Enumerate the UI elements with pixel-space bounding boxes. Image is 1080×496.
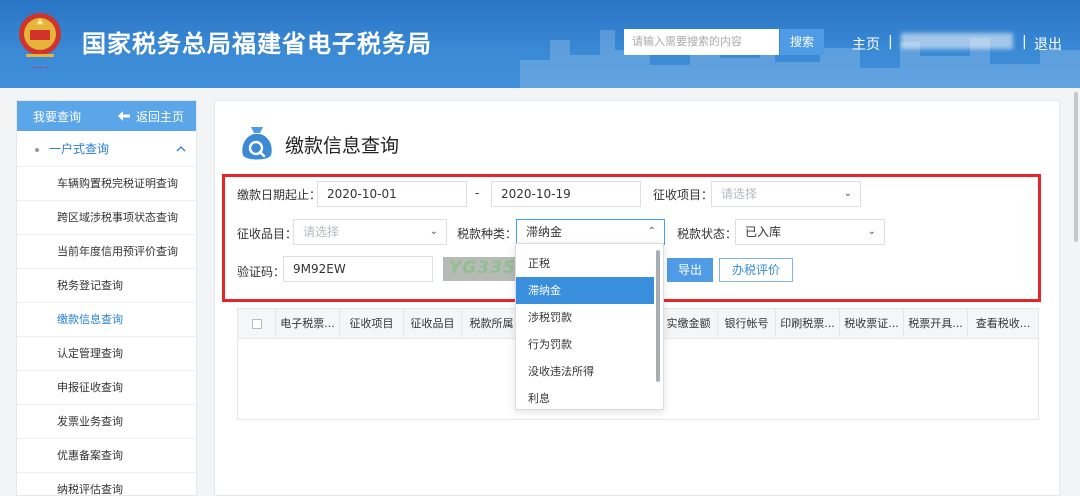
page-scrollbar-thumb[interactable] [1074, 92, 1078, 242]
date-to-input[interactable]: 2020-10-19 [491, 181, 641, 207]
tax-status-select[interactable]: 已入库 ⌄ [735, 219, 885, 245]
dropdown-option-principal-tax[interactable]: 正税 [516, 250, 654, 277]
date-from-input[interactable]: 2020-10-01 [317, 181, 467, 207]
back-arrow-icon [117, 111, 130, 121]
column-header: 税票开具... [904, 309, 968, 339]
sidebar-item-certification[interactable]: 认定管理查询 [17, 337, 196, 371]
top-header: ~~~ 国家税务总局福建省电子税务局 请输入需要搜索的内容 搜索 主页 | | … [0, 0, 1080, 88]
chevron-up-icon: ⌃ [647, 226, 656, 237]
date-range-separator: - [475, 186, 480, 200]
levy-item-label: 征收品目： [237, 227, 298, 241]
bullet-icon [35, 147, 39, 152]
export-button[interactable]: 导出 [667, 258, 713, 282]
sidebar-header: 我要查询 返回主页 [17, 101, 196, 131]
captcha-input[interactable]: 9M92EW [283, 256, 433, 282]
sidebar-group-label: 一户式查询 [49, 142, 110, 156]
sidebar-item-declaration[interactable]: 申报征收查询 [17, 371, 196, 405]
back-home-label: 返回主页 [135, 109, 184, 124]
sidebar: 我要查询 返回主页 一户式查询 车辆购置税完税证明查询 跨区域涉税事项状态查询 … [16, 100, 197, 496]
dropdown-scrollbar[interactable] [656, 250, 660, 382]
page-title: 缴款信息查询 [285, 135, 400, 157]
sidebar-item-payment-info[interactable]: 缴款信息查询 [17, 303, 196, 337]
sidebar-item-preferential[interactable]: 优惠备案查询 [17, 439, 196, 473]
nav-separator: | [888, 34, 893, 50]
levy-project-select[interactable]: 请选择 ⌄ [711, 181, 861, 207]
captcha-label: 验证码： [237, 265, 286, 279]
sidebar-item-assessment[interactable]: 纳税评估查询 [17, 473, 196, 496]
search-input[interactable]: 请输入需要搜索的内容 [624, 29, 779, 55]
captcha-image-text: YG335 [449, 258, 516, 278]
chevron-up-icon [176, 145, 186, 151]
select-all-checkbox[interactable] [238, 309, 276, 339]
tax-type-value: 滞纳金 [526, 225, 563, 239]
tax-status-value: 已入库 [745, 225, 782, 239]
back-home-link[interactable]: 返回主页 [117, 108, 184, 125]
dropdown-option-confiscated-income[interactable]: 没收违法所得 [516, 358, 654, 385]
sidebar-group-account-query[interactable]: 一户式查询 [17, 131, 196, 167]
tax-status-label: 税款状态： [677, 227, 738, 241]
chevron-down-icon: ⌄ [843, 188, 852, 199]
site-title: 国家税务总局福建省电子税务局 [82, 30, 432, 58]
chevron-down-icon: ⌄ [429, 226, 438, 237]
page-scrollbar[interactable] [1072, 88, 1080, 496]
svg-text:~~~: ~~~ [30, 63, 50, 72]
sidebar-item-tax-registration[interactable]: 税务登记查询 [17, 269, 196, 303]
search-button[interactable]: 搜索 [780, 29, 824, 55]
column-header: 税收票证... [840, 309, 904, 339]
levy-project-label: 征收项目： [653, 188, 714, 202]
sidebar-item-credit-eval[interactable]: 当前年度信用预评价查询 [17, 235, 196, 269]
column-header: 查看税收... [975, 317, 1031, 330]
column-header: 电子税票... [276, 309, 340, 339]
dropdown-option-late-fee[interactable]: 滞纳金 [516, 277, 654, 304]
captcha-image[interactable]: YG335 [443, 257, 517, 281]
nav-separator: | [1022, 34, 1027, 50]
dropdown-option-behavior-penalty[interactable]: 行为罚款 [516, 331, 654, 358]
levy-item-placeholder: 请选择 [303, 225, 340, 239]
column-header: 银行帐号 [718, 309, 776, 339]
column-header: 印刷税票... [776, 309, 840, 339]
levy-item-select[interactable]: 请选择 ⌄ [293, 219, 447, 245]
column-header: 实缴金额 [660, 309, 718, 339]
sidebar-title: 我要查询 [33, 109, 82, 124]
user-name-blurred[interactable] [901, 33, 1013, 49]
column-header: 税款所属 [462, 309, 522, 339]
sidebar-item-cross-region[interactable]: 跨区域涉税事项状态查询 [17, 201, 196, 235]
tax-emblem-logo: ~~~ [19, 13, 61, 72]
tax-type-label: 税款种类： [457, 227, 518, 241]
tax-type-dropdown: 正税 滞纳金 涉税罚款 行为罚款 没收违法所得 利息 [515, 243, 664, 410]
chevron-down-icon: ⌄ [867, 226, 876, 237]
dropdown-option-interest[interactable]: 利息 [516, 385, 654, 412]
home-link[interactable]: 主页 [852, 34, 880, 54]
sidebar-item-invoice[interactable]: 发票业务查询 [17, 405, 196, 439]
money-bag-search-icon [242, 127, 272, 160]
checkbox-icon [251, 319, 262, 329]
tax-evaluation-button[interactable]: 办税评价 [719, 258, 793, 282]
column-header: 征收项目 [340, 309, 404, 339]
dropdown-option-tax-penalty[interactable]: 涉税罚款 [516, 304, 654, 331]
sidebar-item-vehicle-tax[interactable]: 车辆购置税完税证明查询 [17, 167, 196, 201]
levy-project-placeholder: 请选择 [721, 187, 758, 201]
column-header: 征收品目 [404, 309, 462, 339]
date-range-label: 缴款日期起止： [237, 188, 322, 202]
logout-link[interactable]: 退出 [1034, 34, 1062, 54]
tax-type-select[interactable]: 滞纳金 ⌃ [516, 219, 665, 245]
